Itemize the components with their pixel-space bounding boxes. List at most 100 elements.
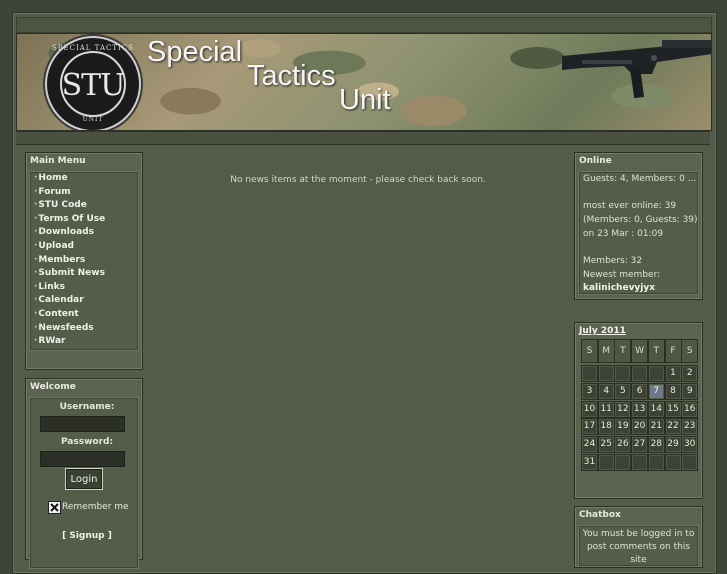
- remember-me-checkbox[interactable]: [48, 501, 61, 514]
- calendar-weekday: T: [614, 339, 632, 363]
- calendar-day[interactable]: 30: [681, 436, 699, 454]
- calendar-empty-cell: [681, 454, 699, 471]
- calendar-day[interactable]: 12: [614, 400, 632, 418]
- calendar-empty-cell: [597, 454, 615, 471]
- menu-item-stu-code[interactable]: STU Code: [30, 199, 138, 213]
- calendar-empty-cell: [664, 454, 682, 471]
- calendar-day[interactable]: 29: [664, 436, 682, 454]
- newest-member-link[interactable]: kalinichevyjyx: [583, 283, 655, 293]
- menu-item-newsfeeds[interactable]: Newsfeeds: [30, 322, 138, 336]
- menu-item-terms-of-use[interactable]: Terms Of Use: [30, 213, 138, 227]
- remember-me-label: Remember me: [62, 502, 129, 512]
- menu-item-links[interactable]: Links: [30, 281, 138, 295]
- calendar-day[interactable]: 18: [597, 418, 615, 436]
- calendar-empty-cell: [631, 365, 649, 382]
- news-message: No news items at the moment - please che…: [230, 175, 486, 185]
- calendar-weekday: M: [597, 339, 615, 363]
- chatbox-body: You must be logged in to post comments o…: [578, 525, 699, 567]
- calendar-day[interactable]: 7: [647, 382, 665, 400]
- calendar-day[interactable]: 15: [664, 400, 682, 418]
- password-input[interactable]: [40, 451, 125, 467]
- calendar-month-title[interactable]: July 2011: [579, 326, 626, 336]
- login-form: Username: Password: Login Remember me [ …: [29, 397, 139, 569]
- online-title: Online: [579, 156, 612, 166]
- main-menu-title: Main Menu: [30, 156, 86, 166]
- menu-item-submit-news[interactable]: Submit News: [30, 267, 138, 281]
- password-label: Password:: [60, 437, 114, 447]
- menu-item-downloads[interactable]: Downloads: [30, 226, 138, 240]
- calendar-day[interactable]: 23: [681, 418, 699, 436]
- checkmark-icon: [50, 503, 59, 512]
- menu-item-upload[interactable]: Upload: [30, 240, 138, 254]
- calendar-day[interactable]: 10: [581, 400, 598, 418]
- calendar-day[interactable]: 8: [664, 382, 682, 400]
- calendar-weekday: W: [631, 339, 649, 363]
- calendar-empty-cell: [581, 365, 598, 382]
- welcome-title: Welcome: [30, 382, 76, 392]
- logo-text: STU: [61, 68, 126, 103]
- calendar-empty-cell: [597, 365, 615, 382]
- calendar-empty-cell: [631, 454, 649, 471]
- calendar-day[interactable]: 6: [631, 382, 649, 400]
- calendar-day[interactable]: 25: [597, 436, 615, 454]
- calendar-day[interactable]: 1: [664, 365, 682, 382]
- username-label: Username:: [59, 402, 115, 412]
- calendar-day[interactable]: 24: [581, 436, 598, 454]
- calendar-day[interactable]: 26: [614, 436, 632, 454]
- chatbox-title: Chatbox: [579, 510, 621, 520]
- online-body: Guests: 4, Members: 0 ... most ever onli…: [578, 171, 699, 295]
- most-ever-breakdown: (Members: 0, Guests: 39): [583, 215, 698, 225]
- banner-bottom-bar: [16, 131, 710, 145]
- main-menu-list: HomeForumSTU CodeTerms Of UseDownloadsUp…: [29, 171, 139, 351]
- calendar-weekday: S: [681, 339, 699, 363]
- calendar-day[interactable]: 4: [597, 382, 615, 400]
- calendar-day[interactable]: 13: [631, 400, 649, 418]
- menu-item-forum[interactable]: Forum: [30, 186, 138, 200]
- logo-ring-top-text: SPECIAL TACTICS: [52, 44, 134, 52]
- chatbox-panel: Chatbox You must be logged in to post co…: [574, 506, 703, 568]
- stu-logo[interactable]: SPECIAL TACTICS STU UNIT: [45, 36, 141, 130]
- menu-item-members[interactable]: Members: [30, 254, 138, 268]
- calendar-weekday: S: [581, 339, 598, 363]
- calendar-day[interactable]: 21: [647, 418, 665, 436]
- username-input[interactable]: [40, 416, 125, 432]
- site-title-line1: Special: [147, 36, 243, 68]
- calendar-day[interactable]: 3: [581, 382, 598, 400]
- login-button[interactable]: Login: [65, 468, 103, 490]
- calendar-empty-cell: [647, 454, 665, 471]
- calendar-day[interactable]: 20: [631, 418, 649, 436]
- calendar-day[interactable]: 9: [681, 382, 699, 400]
- calendar-weekday: F: [664, 339, 682, 363]
- calendar-day[interactable]: 28: [647, 436, 665, 454]
- calendar-day[interactable]: 2: [681, 365, 699, 382]
- online-guests-members: Guests: 4, Members: 0 ...: [583, 174, 697, 184]
- newest-member-label: Newest member:: [583, 270, 661, 280]
- calendar-day[interactable]: 5: [614, 382, 632, 400]
- signup-link[interactable]: [ Signup ]: [30, 531, 144, 541]
- calendar-day[interactable]: 19: [614, 418, 632, 436]
- top-band: [16, 17, 712, 33]
- calendar-panel: July 2011 S M T W T F S 1 2 3 4 5 6 7 8 9 10 11 12 13 14 15 16…: [574, 322, 703, 499]
- online-panel: Online Guests: 4, Members: 0 ... most ev…: [574, 152, 703, 300]
- calendar-day[interactable]: 22: [664, 418, 682, 436]
- menu-item-calendar[interactable]: Calendar: [30, 294, 138, 308]
- calendar-day[interactable]: 27: [631, 436, 649, 454]
- members-count: Members: 32: [583, 256, 643, 266]
- calendar-empty-cell: [647, 365, 665, 382]
- calendar-weekday: T: [647, 339, 665, 363]
- calendar-empty-cell: [614, 365, 632, 382]
- calendar-day[interactable]: 14: [647, 400, 665, 418]
- calendar-empty-cell: [614, 454, 632, 471]
- most-ever-online: most ever online: 39: [583, 201, 677, 211]
- chatbox-message: You must be logged in to post comments o…: [582, 529, 695, 565]
- calendar-day[interactable]: 31: [581, 454, 598, 471]
- menu-item-rwar[interactable]: RWar: [30, 335, 138, 349]
- site-title-line2: Tactics: [247, 60, 336, 92]
- welcome-panel: Welcome Username: Password: Login Rememb…: [25, 378, 143, 569]
- calendar-day[interactable]: 17: [581, 418, 598, 436]
- menu-item-home[interactable]: Home: [30, 172, 138, 186]
- menu-item-content[interactable]: Content: [30, 308, 138, 322]
- logo-ring-bottom-text: UNIT: [82, 116, 104, 123]
- calendar-day[interactable]: 16: [681, 400, 699, 418]
- calendar-day[interactable]: 11: [597, 400, 615, 418]
